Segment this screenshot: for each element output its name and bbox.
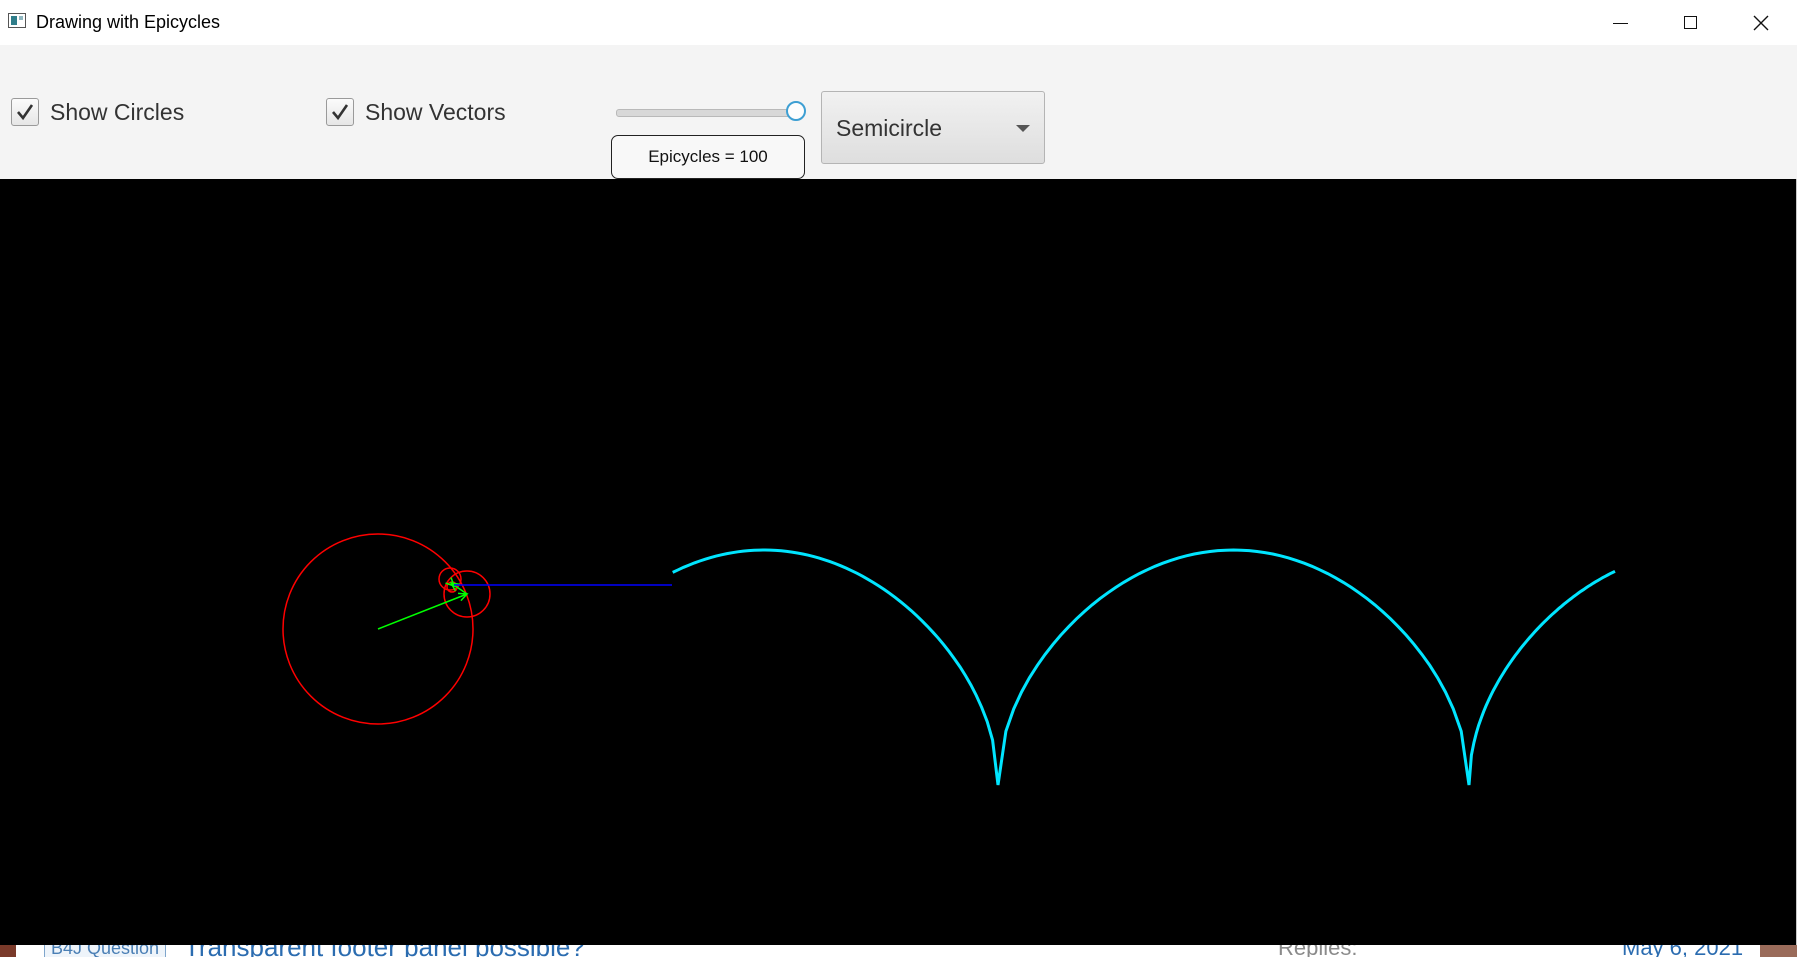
- epicycle-drawing: [282, 533, 1616, 786]
- show-circles-checkbox-box[interactable]: [11, 98, 39, 126]
- toolbar: Show Circles Show Vectors Epicycles = 10…: [0, 45, 1797, 179]
- show-vectors-checkbox[interactable]: Show Vectors: [326, 98, 506, 126]
- slider-thumb[interactable]: [786, 101, 806, 121]
- show-circles-checkbox[interactable]: Show Circles: [11, 98, 184, 126]
- app-window: Drawing with Epicycles Show Circles Show…: [0, 0, 1797, 945]
- thread-link[interactable]: Transparent footer panel possible?: [184, 945, 585, 957]
- avatar: [0, 945, 16, 957]
- traced-path: [672, 548, 1616, 786]
- maximize-button[interactable]: [1656, 0, 1724, 45]
- show-vectors-checkbox-box[interactable]: [326, 98, 354, 126]
- avatar: [1760, 945, 1797, 957]
- show-circles-label: Show Circles: [50, 98, 185, 125]
- checkmark-icon: [17, 104, 34, 121]
- shape-select-dropdown[interactable]: Semicircle: [821, 91, 1045, 164]
- close-button[interactable]: [1727, 0, 1795, 45]
- thread-tag: B4J Question: [44, 945, 167, 957]
- shape-select-value: Semicircle: [836, 115, 943, 141]
- thread-date: May 6, 2021: [1622, 945, 1743, 957]
- window-title: Drawing with Epicycles: [36, 12, 221, 32]
- checkmark-icon: [332, 104, 349, 121]
- minimize-button[interactable]: [1586, 0, 1654, 45]
- app-window-icon: [8, 13, 26, 28]
- drawing-canvas: [0, 179, 1796, 945]
- title-bar[interactable]: Drawing with Epicycles: [0, 0, 1797, 45]
- background-page-strip: B4J Question Transparent footer panel po…: [0, 945, 1797, 957]
- epicycles-count-display: Epicycles = 100: [611, 135, 805, 179]
- minimize-icon: [1612, 23, 1628, 24]
- epicycle-circles: [282, 533, 491, 725]
- slider-track[interactable]: [616, 109, 798, 117]
- vector-arrow: [377, 592, 469, 630]
- replies-label: Replies:: [1278, 945, 1357, 957]
- epicycles-slider[interactable]: [616, 101, 808, 125]
- show-vectors-label: Show Vectors: [365, 98, 506, 125]
- close-icon: [1753, 15, 1769, 30]
- chevron-down-icon: [1016, 125, 1030, 132]
- epicycle-vectors: [377, 577, 469, 630]
- maximize-icon: [1683, 16, 1697, 29]
